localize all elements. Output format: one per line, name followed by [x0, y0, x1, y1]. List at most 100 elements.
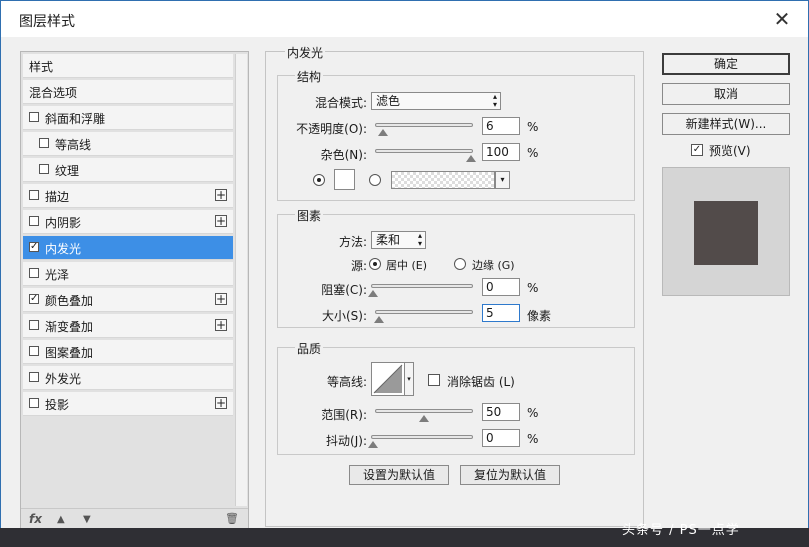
range-unit: %	[527, 406, 539, 420]
anti-alias-checkbox[interactable]	[428, 374, 440, 386]
preview-swatch	[694, 201, 758, 265]
style-list-item[interactable]: 图案叠加	[23, 340, 233, 364]
opacity-slider-track[interactable]	[375, 123, 473, 127]
choke-unit: %	[527, 281, 539, 295]
style-checkbox[interactable]	[29, 216, 39, 226]
style-list-item[interactable]: ✓ 内发光	[23, 236, 233, 260]
style-checkbox[interactable]	[29, 398, 39, 408]
range-slider-track[interactable]	[375, 409, 473, 413]
blend-mode-select[interactable]: 滤色 ▴ ▾	[371, 92, 501, 110]
source-edge-radio[interactable]	[454, 258, 466, 270]
style-list-item[interactable]: 光泽	[23, 262, 233, 286]
size-slider-track[interactable]	[375, 310, 473, 314]
style-list-item[interactable]: 样式	[23, 54, 233, 78]
style-checkbox[interactable]	[29, 346, 39, 356]
close-icon[interactable]: ✕	[771, 8, 793, 30]
preview-label: 预览(V)	[709, 144, 751, 158]
style-item-label: 图案叠加	[45, 346, 94, 360]
add-effect-icon[interactable]: +	[215, 293, 227, 305]
style-list-item[interactable]: 渐变叠加 +	[23, 314, 233, 338]
updown-arrows-icon: ▴ ▾	[417, 231, 422, 248]
style-checkbox[interactable]	[29, 190, 39, 200]
range-label: 范围(R):	[321, 408, 367, 422]
style-checkbox[interactable]	[29, 112, 39, 122]
new-style-button[interactable]: 新建样式(W)...	[662, 113, 790, 135]
contour-dropdown-icon[interactable]: ▾	[405, 362, 414, 396]
style-checkbox[interactable]	[39, 138, 49, 148]
opacity-label: 不透明度(O):	[296, 122, 367, 136]
style-checkbox[interactable]	[29, 320, 39, 330]
watermark-text: 头条号 / PS一点学	[622, 523, 740, 538]
style-checkbox[interactable]	[39, 164, 49, 174]
cancel-button[interactable]: 取消	[662, 83, 790, 105]
section-title: 内发光	[285, 44, 326, 61]
gradient-dropdown-icon[interactable]: ▾	[495, 171, 510, 189]
opacity-slider-thumb[interactable]	[377, 129, 388, 136]
style-checkbox[interactable]: ✓	[29, 294, 39, 304]
move-down-icon[interactable]: ▼	[83, 514, 91, 525]
gradient-picker[interactable]	[391, 171, 495, 189]
noise-slider-track[interactable]	[375, 149, 473, 153]
elements-title: 图素	[295, 207, 324, 224]
trash-icon[interactable]: 🗑	[225, 512, 239, 525]
style-item-label: 外发光	[45, 372, 82, 386]
move-up-icon[interactable]: ▲	[57, 514, 65, 525]
style-list-item[interactable]: 外发光	[23, 366, 233, 390]
styles-list-panel: 样式 混合选项 斜面和浮雕 等高线 纹理 描边 + 内阴影 + ✓ 内发光 光泽 ✓ 颜色叠加 + 渐变叠加 +…	[20, 51, 249, 529]
preview-checkbox[interactable]: ✓	[691, 144, 703, 156]
style-checkbox[interactable]: ✓	[29, 242, 39, 252]
add-effect-icon[interactable]: +	[215, 215, 227, 227]
style-checkbox[interactable]	[29, 372, 39, 382]
fx-icon[interactable]: fx	[29, 512, 42, 526]
add-effect-icon[interactable]: +	[215, 319, 227, 331]
style-list-item[interactable]: 混合选项	[23, 80, 233, 104]
choke-input[interactable]: 0	[482, 278, 520, 296]
jitter-slider-track[interactable]	[371, 435, 473, 439]
style-item-label: 混合选项	[29, 86, 78, 100]
style-list-item[interactable]: ✓ 颜色叠加 +	[23, 288, 233, 312]
color-radio[interactable]	[313, 174, 325, 186]
style-checkbox[interactable]	[29, 268, 39, 278]
jitter-input[interactable]: 0	[482, 429, 520, 447]
style-item-label: 颜色叠加	[45, 294, 94, 308]
style-list-item[interactable]: 纹理	[23, 158, 233, 182]
add-effect-icon[interactable]: +	[215, 397, 227, 409]
linear-contour-icon	[373, 364, 403, 394]
choke-slider-thumb[interactable]	[368, 290, 378, 297]
contour-picker[interactable]	[371, 362, 405, 396]
noise-slider-thumb[interactable]	[466, 155, 476, 162]
opacity-input[interactable]: 6	[482, 117, 520, 135]
noise-input[interactable]: 100	[482, 143, 520, 161]
choke-slider-track[interactable]	[371, 284, 473, 288]
source-center-label: 居中 (E)	[386, 259, 428, 272]
style-list-item[interactable]: 斜面和浮雕	[23, 106, 233, 130]
gradient-radio[interactable]	[369, 174, 381, 186]
set-default-button[interactable]: 设置为默认值	[349, 465, 449, 485]
method-label: 方法:	[338, 235, 367, 249]
style-list-item[interactable]: 内阴影 +	[23, 210, 233, 234]
ok-button[interactable]: 确定	[662, 53, 790, 75]
anti-alias-label: 消除锯齿 (L)	[447, 375, 515, 389]
styles-list-scrollbar[interactable]	[235, 54, 247, 506]
glow-color-swatch[interactable]	[334, 169, 355, 190]
size-slider-thumb[interactable]	[373, 316, 384, 323]
style-item-label: 内阴影	[45, 216, 82, 230]
choke-label: 阻塞(C):	[321, 283, 367, 297]
source-center-radio[interactable]	[369, 258, 381, 270]
style-list-item[interactable]: 投影 +	[23, 392, 233, 416]
style-list-item[interactable]: 等高线	[23, 132, 233, 156]
layer-style-dialog: 图层样式 ✕ 样式 混合选项 斜面和浮雕 等高线 纹理 描边 + 内阴影 + ✓ 内发光 光泽 ✓ 颜色叠…	[0, 0, 809, 547]
range-input[interactable]: 50	[482, 403, 520, 421]
jitter-slider-thumb[interactable]	[368, 441, 378, 448]
jitter-label: 抖动(J):	[326, 434, 367, 448]
style-item-label: 光泽	[45, 268, 70, 282]
method-select[interactable]: 柔和 ▴ ▾	[371, 231, 426, 249]
range-slider-thumb[interactable]	[419, 415, 429, 422]
style-item-label: 斜面和浮雕	[45, 112, 106, 126]
style-item-label: 纹理	[55, 164, 80, 178]
style-list-item[interactable]: 描边 +	[23, 184, 233, 208]
reset-default-button[interactable]: 复位为默认值	[460, 465, 560, 485]
size-input[interactable]: 5	[482, 304, 520, 322]
add-effect-icon[interactable]: +	[215, 189, 227, 201]
updown-arrows-icon: ▴ ▾	[492, 92, 497, 109]
